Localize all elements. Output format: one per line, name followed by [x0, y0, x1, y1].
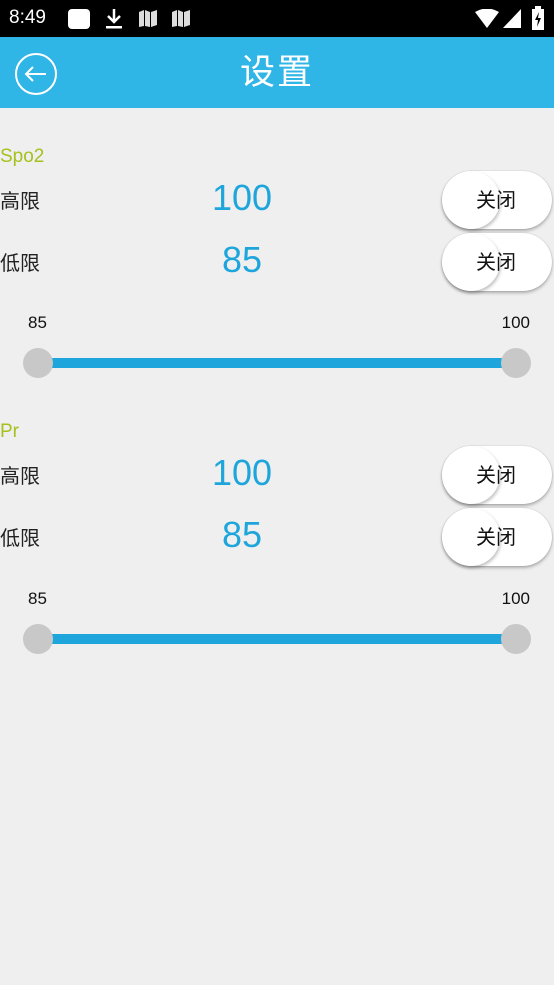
low-limit-toggle[interactable]: 关闭 — [442, 233, 552, 291]
high-limit-label: 高限 — [0, 189, 40, 213]
wifi-icon — [475, 9, 499, 28]
section-title: Spo2 — [0, 146, 45, 167]
toggle-label: 关闭 — [476, 250, 516, 274]
range-max-handle[interactable] — [501, 624, 531, 654]
range-track — [38, 358, 516, 368]
toggle-label: 关闭 — [476, 188, 516, 212]
range-min-label: 85 — [28, 589, 47, 608]
high-limit-toggle[interactable]: 关闭 — [442, 171, 552, 229]
range-min-handle[interactable] — [23, 624, 53, 654]
range-min-handle[interactable] — [23, 348, 53, 378]
low-limit-label: 低限 — [0, 251, 40, 275]
range-slider — [22, 346, 532, 380]
range-max-handle[interactable] — [501, 348, 531, 378]
download-icon — [106, 9, 122, 29]
page-title: 设置 — [239, 53, 314, 93]
section-title: Pr — [0, 421, 19, 442]
high-limit-toggle[interactable]: 关闭 — [442, 446, 552, 504]
low-limit-value: 85 — [221, 239, 263, 280]
range-slider — [22, 622, 532, 656]
map-icon — [172, 10, 190, 27]
range-track — [38, 634, 516, 644]
range-max-label: 100 — [501, 313, 530, 332]
signal-icon — [503, 9, 521, 28]
high-limit-value: 100 — [211, 177, 273, 218]
status-bar: 8:49 — [0, 0, 554, 37]
app-bar: 设置 — [0, 37, 554, 108]
low-limit-label: 低限 — [0, 526, 40, 550]
high-limit-value: 100 — [211, 452, 273, 493]
battery-charging-icon — [532, 6, 544, 30]
toggle-label: 关闭 — [476, 463, 516, 487]
notification-square-icon — [68, 9, 90, 29]
low-limit-value: 85 — [221, 514, 263, 555]
toggle-label: 关闭 — [476, 525, 516, 549]
map-icon — [139, 10, 157, 27]
low-limit-toggle[interactable]: 关闭 — [442, 508, 552, 566]
range-min-label: 85 — [28, 313, 47, 332]
range-max-label: 100 — [501, 589, 530, 608]
status-time: 8:49 — [9, 7, 46, 28]
high-limit-label: 高限 — [0, 464, 40, 488]
